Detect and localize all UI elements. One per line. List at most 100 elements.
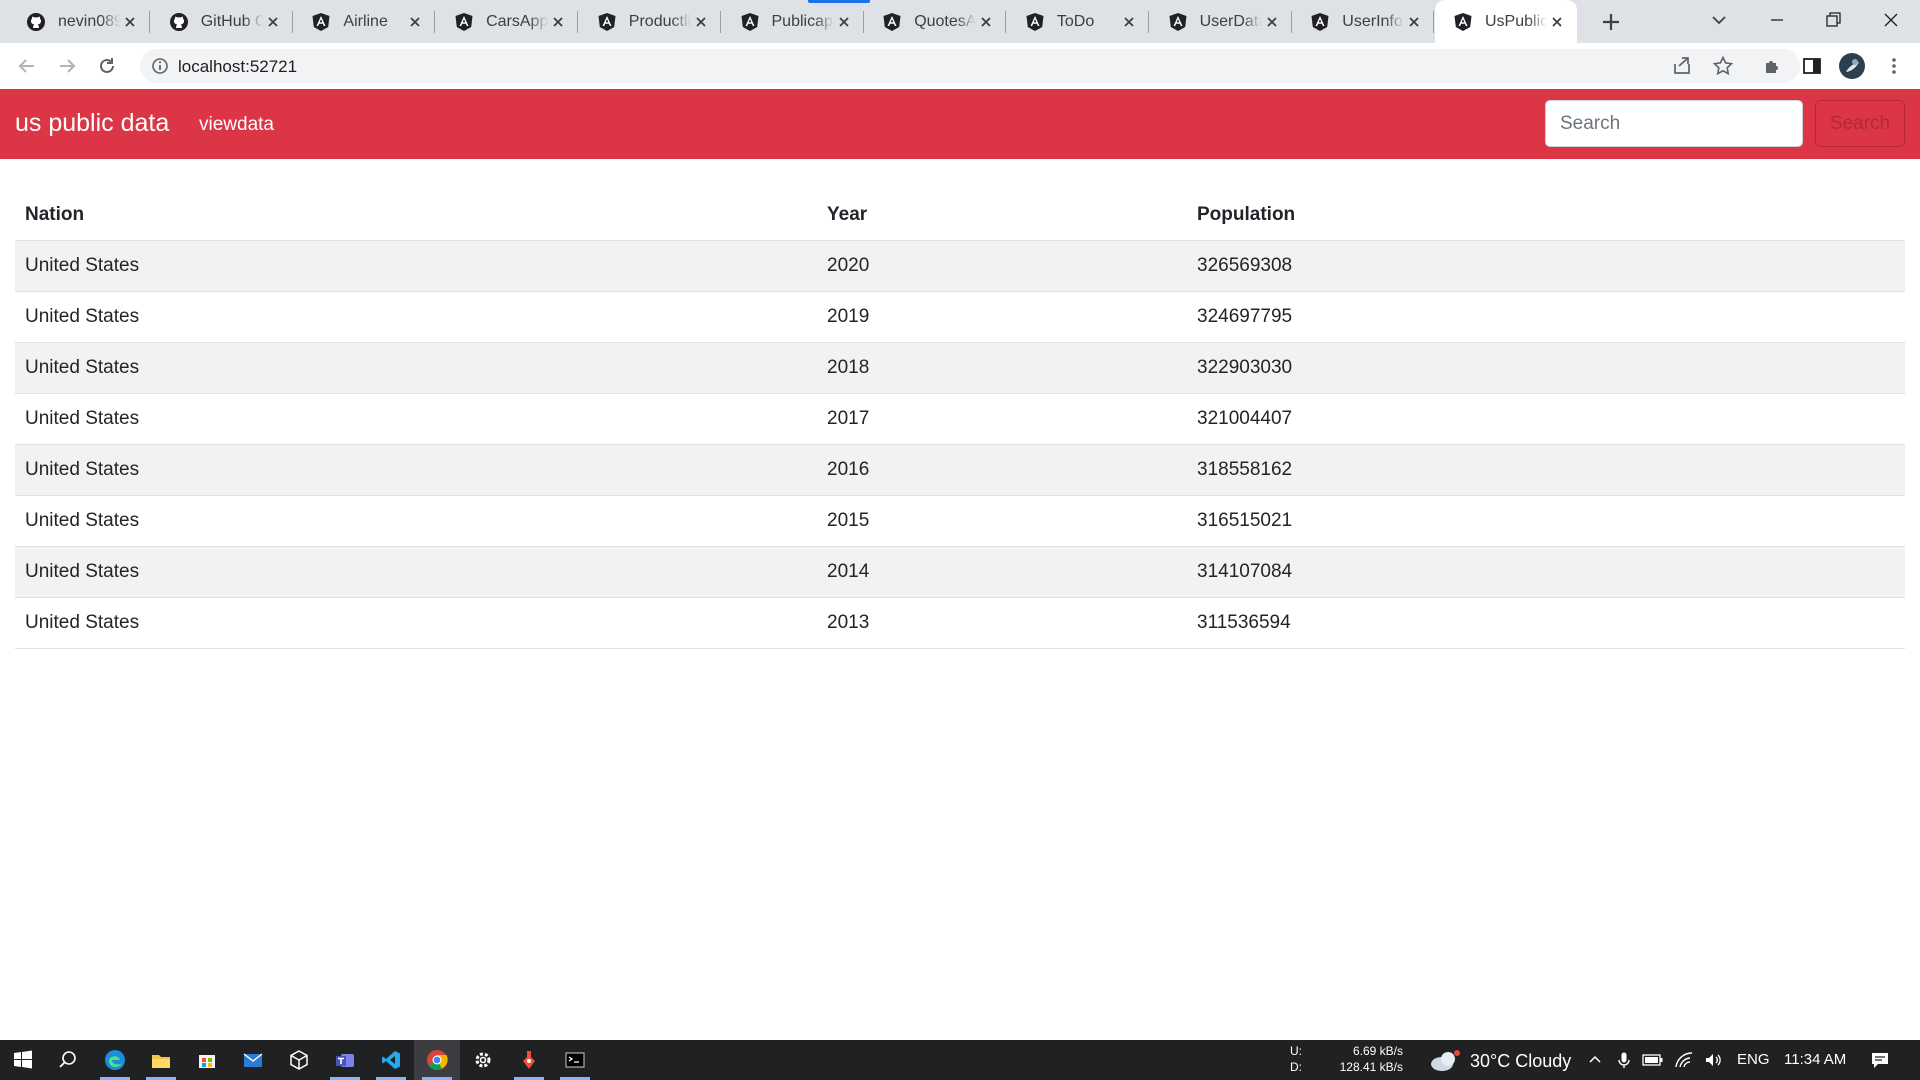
close-tab-icon[interactable] bbox=[1404, 12, 1424, 32]
net-up-value: 6.69 kB/s bbox=[1352, 1044, 1403, 1058]
angular-icon bbox=[1025, 12, 1045, 32]
tab-loading-indicator bbox=[808, 0, 870, 3]
edge-icon[interactable] bbox=[92, 1040, 138, 1080]
close-tab-icon[interactable] bbox=[548, 12, 568, 32]
cell-nation: United States bbox=[15, 393, 817, 445]
browser-tab[interactable]: GitHub C bbox=[151, 0, 293, 43]
cell-year: 2017 bbox=[817, 393, 1187, 445]
angular-icon bbox=[882, 12, 902, 32]
cell-nation: United States bbox=[15, 597, 817, 649]
close-tab-icon[interactable] bbox=[120, 12, 140, 32]
close-window-icon[interactable] bbox=[1864, 0, 1918, 40]
extensions-icon[interactable] bbox=[1758, 52, 1786, 80]
close-tab-icon[interactable] bbox=[405, 12, 425, 32]
back-icon[interactable] bbox=[13, 52, 41, 80]
vscode-icon[interactable] bbox=[368, 1040, 414, 1080]
cell-year: 2020 bbox=[817, 240, 1187, 292]
tab-title: ToDo bbox=[1056, 12, 1095, 30]
input-language[interactable]: ENG bbox=[1737, 1051, 1770, 1068]
cell-year: 2016 bbox=[817, 444, 1187, 496]
browser-tab-strip: nevin089 GitHub C Airline CarsApp Productli P… bbox=[0, 0, 1920, 43]
git-icon[interactable] bbox=[506, 1040, 552, 1080]
browser-tab[interactable]: UsPublicl bbox=[1435, 0, 1577, 43]
table-row: United States 2018 322903030 bbox=[15, 342, 1905, 394]
forward-icon[interactable] bbox=[53, 52, 81, 80]
terminal-icon[interactable] bbox=[552, 1040, 598, 1080]
cloudy-weather-icon[interactable] bbox=[1428, 1049, 1462, 1073]
browser-tab[interactable]: Airline bbox=[293, 0, 436, 43]
close-tab-icon[interactable] bbox=[1119, 12, 1139, 32]
share-icon[interactable] bbox=[1668, 52, 1696, 80]
table-row: United States 2015 316515021 bbox=[15, 495, 1905, 547]
app-brand[interactable]: us public data bbox=[15, 109, 169, 138]
search-icon[interactable] bbox=[45, 1040, 91, 1080]
settings-icon[interactable] bbox=[460, 1040, 506, 1080]
minimize-icon[interactable] bbox=[1750, 0, 1804, 40]
browser-tab[interactable]: nevin089 bbox=[8, 0, 150, 43]
browser-tab[interactable]: UserData bbox=[1150, 0, 1292, 43]
column-header-population: Population bbox=[1187, 189, 1905, 241]
url-text[interactable]: localhost:52721 bbox=[178, 57, 297, 77]
restore-icon[interactable] bbox=[1806, 0, 1860, 40]
browser-tab[interactable]: ToDo bbox=[1007, 0, 1149, 43]
microphone-icon[interactable] bbox=[1612, 1048, 1636, 1072]
browser-menu-icon[interactable] bbox=[1880, 52, 1908, 80]
profile-avatar-icon[interactable] bbox=[1838, 52, 1866, 80]
browser-tab[interactable]: QuotesAp bbox=[864, 0, 1007, 43]
cell-nation: United States bbox=[15, 444, 817, 496]
notification-center-icon[interactable] bbox=[1868, 1048, 1892, 1072]
browser-tab[interactable]: CarsApp bbox=[436, 0, 579, 43]
close-tab-icon[interactable] bbox=[263, 12, 283, 32]
side-panel-icon[interactable] bbox=[1798, 52, 1826, 80]
angular-icon bbox=[1168, 12, 1188, 32]
site-info-icon[interactable] bbox=[150, 56, 170, 76]
chrome-icon[interactable] bbox=[414, 1040, 460, 1080]
angular-icon bbox=[597, 12, 617, 32]
file-explorer-icon[interactable] bbox=[138, 1040, 184, 1080]
store-icon[interactable] bbox=[184, 1040, 230, 1080]
search-input[interactable] bbox=[1545, 100, 1803, 147]
taskbar-clock[interactable]: 11:34 AM bbox=[1784, 1051, 1846, 1068]
search-button[interactable]: Search bbox=[1815, 100, 1905, 147]
angular-icon bbox=[740, 12, 760, 32]
new-tab-icon[interactable] bbox=[1597, 8, 1625, 36]
table-row: United States 2017 321004407 bbox=[15, 393, 1905, 445]
close-tab-icon[interactable] bbox=[1547, 12, 1567, 32]
table-row: United States 2013 311536594 bbox=[15, 597, 1905, 649]
browser-tab[interactable]: Productli bbox=[579, 0, 721, 43]
close-tab-icon[interactable] bbox=[1262, 12, 1282, 32]
browser-tab[interactable]: UserInfo bbox=[1292, 0, 1435, 43]
table-row: United States 2019 324697795 bbox=[15, 291, 1905, 343]
close-tab-icon[interactable] bbox=[976, 12, 996, 32]
cell-year: 2019 bbox=[817, 291, 1187, 343]
weather-text[interactable]: 30°C Cloudy bbox=[1470, 1051, 1571, 1072]
browser-tab[interactable]: Publicapi bbox=[722, 0, 864, 43]
app-navbar: us public data viewdata Search bbox=[0, 89, 1920, 159]
start-icon[interactable] bbox=[0, 1040, 46, 1080]
population-table: Nation Year Population United States 2020… bbox=[15, 189, 1905, 649]
show-hidden-icons-chevron-icon[interactable] bbox=[1583, 1048, 1607, 1072]
battery-icon[interactable] bbox=[1641, 1048, 1665, 1072]
tab-search-chevron-icon[interactable] bbox=[1692, 0, 1746, 40]
cell-nation: United States bbox=[15, 342, 817, 394]
tab-title: QuotesAp bbox=[914, 12, 977, 30]
package-icon[interactable] bbox=[276, 1040, 322, 1080]
cell-year: 2015 bbox=[817, 495, 1187, 547]
teams-icon[interactable] bbox=[322, 1040, 368, 1080]
network-speed: U: 6.69 kB/s D: 128.41 kB/s bbox=[1290, 1043, 1403, 1075]
close-tab-icon[interactable] bbox=[834, 12, 854, 32]
column-header-year: Year bbox=[817, 189, 1187, 241]
volume-icon[interactable] bbox=[1702, 1048, 1726, 1072]
bookmark-star-icon[interactable] bbox=[1709, 52, 1737, 80]
column-header-nation: Nation bbox=[15, 189, 817, 241]
cell-population: 326569308 bbox=[1187, 240, 1905, 292]
address-bar[interactable]: localhost:52721 bbox=[140, 49, 1800, 83]
wifi-icon[interactable] bbox=[1672, 1048, 1696, 1072]
mail-icon[interactable] bbox=[230, 1040, 276, 1080]
reload-icon[interactable] bbox=[93, 52, 121, 80]
cell-population: 318558162 bbox=[1187, 444, 1905, 496]
close-tab-icon[interactable] bbox=[691, 12, 711, 32]
github-icon bbox=[169, 12, 189, 32]
windows-taskbar: U: 6.69 kB/s D: 128.41 kB/s 30°C Cloudy EN… bbox=[0, 1040, 1920, 1080]
nav-link-viewdata[interactable]: viewdata bbox=[199, 114, 274, 136]
